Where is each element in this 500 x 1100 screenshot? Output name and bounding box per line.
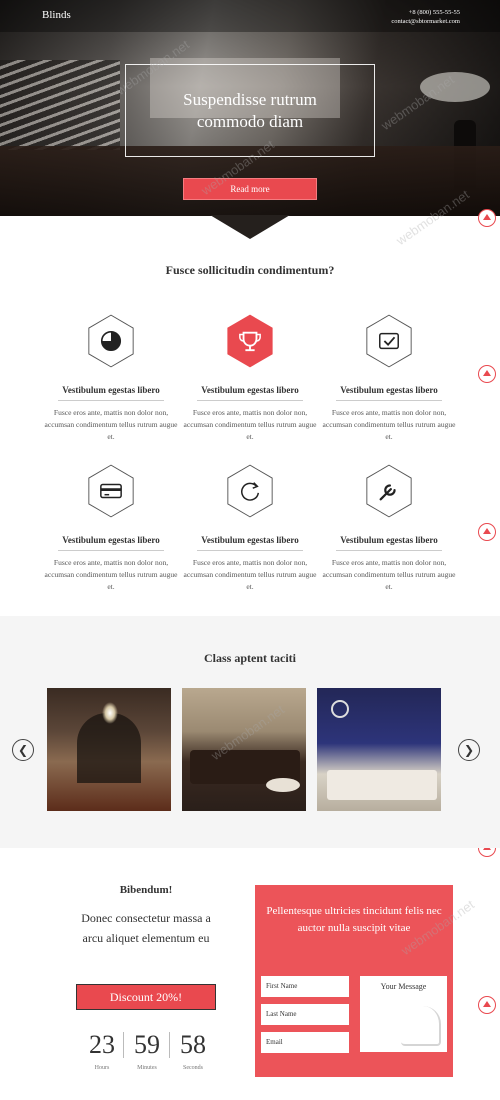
hero-title-box: Suspendisse rutrum commodo diam	[125, 64, 375, 157]
feature-text: Fusce eros ante, mattis non dolor non, a…	[322, 558, 456, 591]
feature-card: Vestibulum egestas libero Fusce eros ante…	[180, 463, 320, 593]
feature-card: Vestibulum egestas libero Fusce eros ante…	[41, 313, 181, 443]
phone-number[interactable]: +8 (800) 555-55-55	[391, 8, 460, 17]
feature-card: Vestibulum egestas libero Fusce eros ante…	[41, 463, 181, 593]
feature-text: Fusce eros ante, mattis non dolor non, a…	[183, 558, 317, 591]
first-name-field[interactable]: First Name	[261, 976, 349, 997]
hexagon-badge	[366, 464, 412, 518]
countdown-value: 58	[180, 1030, 206, 1059]
chevron-left-icon[interactable]: ❮	[12, 739, 34, 761]
contact-form: Pellentesque ultricies tincidunt felis n…	[255, 885, 453, 1077]
hero-section: Blinds +8 (800) 555-55-55 contact@sbtorm…	[0, 0, 500, 216]
countdown-label: Minutes	[137, 1065, 157, 1071]
gallery-title: Class aptent taciti	[204, 651, 296, 665]
brand-logo[interactable]: Blinds	[42, 9, 71, 21]
feature-title: Vestibulum egestas libero	[62, 535, 160, 545]
feature-text: Fusce eros ante, mattis non dolor non, a…	[183, 408, 317, 441]
top-bar: Blinds +8 (800) 555-55-55 contact@sbtorm…	[0, 0, 500, 32]
countdown-divider	[169, 1032, 170, 1058]
feature-title: Vestibulum egestas libero	[340, 385, 438, 395]
scroll-top-icon[interactable]	[478, 523, 496, 541]
feature-title: Vestibulum egestas libero	[201, 385, 299, 395]
contact-email[interactable]: contact@sbtormarket.com	[391, 17, 460, 26]
hero-photo-stairs	[0, 60, 120, 150]
message-field[interactable]: Your Message	[360, 976, 447, 1052]
feature-card: Vestibulum egestas libero Fusce eros ante…	[180, 313, 320, 443]
chevron-right-icon[interactable]: ❯	[458, 739, 480, 761]
feature-text: Fusce eros ante, mattis non dolor non, a…	[44, 558, 178, 591]
countdown-value: 23	[89, 1030, 115, 1059]
feature-divider	[197, 550, 303, 551]
countdown-minutes: 59 Minutes	[127, 1030, 167, 1072]
last-name-field[interactable]: Last Name	[261, 1004, 349, 1025]
gallery-image[interactable]	[182, 688, 306, 811]
hexagon-badge	[88, 464, 134, 518]
feature-title: Vestibulum egestas libero	[62, 385, 160, 395]
promo-title: Bibendum!	[119, 884, 173, 896]
hero-notch	[210, 215, 290, 239]
feature-divider	[58, 400, 164, 401]
countdown-label: Hours	[94, 1065, 110, 1071]
gallery-image[interactable]	[317, 688, 441, 811]
gallery-image-rug	[266, 778, 300, 792]
promo-text: Donec consectetur massa a arcu aliquet e…	[81, 911, 211, 945]
feature-card: Vestibulum egestas libero Fusce eros ante…	[319, 313, 459, 443]
feature-title: Vestibulum egestas libero	[340, 535, 438, 545]
hexagon-badge	[227, 464, 273, 518]
feature-divider	[336, 400, 442, 401]
feature-divider	[197, 400, 303, 401]
email-field[interactable]: Email	[261, 1032, 349, 1053]
countdown-value: 59	[134, 1030, 160, 1059]
gallery-image-chandelier	[102, 702, 118, 724]
hexagon-badge	[366, 314, 412, 368]
countdown-seconds: 58 Seconds	[173, 1030, 213, 1072]
feature-divider	[336, 550, 442, 551]
scroll-top-icon[interactable]	[478, 365, 496, 383]
feature-text: Fusce eros ante, mattis non dolor non, a…	[44, 408, 178, 441]
hero-title: Suspendisse rutrum commodo diam	[183, 89, 317, 131]
gallery-image-sofa	[327, 770, 437, 800]
countdown-divider	[123, 1032, 124, 1058]
resize-handle-icon[interactable]	[401, 1006, 441, 1046]
pie-chart-icon	[100, 330, 122, 352]
countdown-hours: 23 Hours	[82, 1030, 122, 1072]
feature-title: Vestibulum egestas libero	[201, 535, 299, 545]
feature-text: Fusce eros ante, mattis non dolor non, a…	[322, 408, 456, 441]
gallery-image[interactable]	[47, 688, 171, 811]
scroll-top-icon[interactable]	[478, 996, 496, 1014]
message-placeholder: Your Message	[380, 982, 427, 991]
hexagon-badge	[227, 314, 273, 368]
feature-divider	[58, 550, 164, 551]
feature-card: Vestibulum egestas libero Fusce eros ante…	[319, 463, 459, 593]
features-title: Fusce sollicitudin condimentum?	[165, 263, 335, 277]
countdown-label: Seconds	[183, 1065, 203, 1071]
hexagon-badge	[88, 314, 134, 368]
discount-button[interactable]: Discount 20%!	[76, 984, 216, 1010]
gallery-image-wall-art	[331, 700, 349, 718]
contact-info: +8 (800) 555-55-55 contact@sbtormarket.c…	[391, 8, 460, 26]
scroll-top-icon[interactable]	[478, 209, 496, 227]
